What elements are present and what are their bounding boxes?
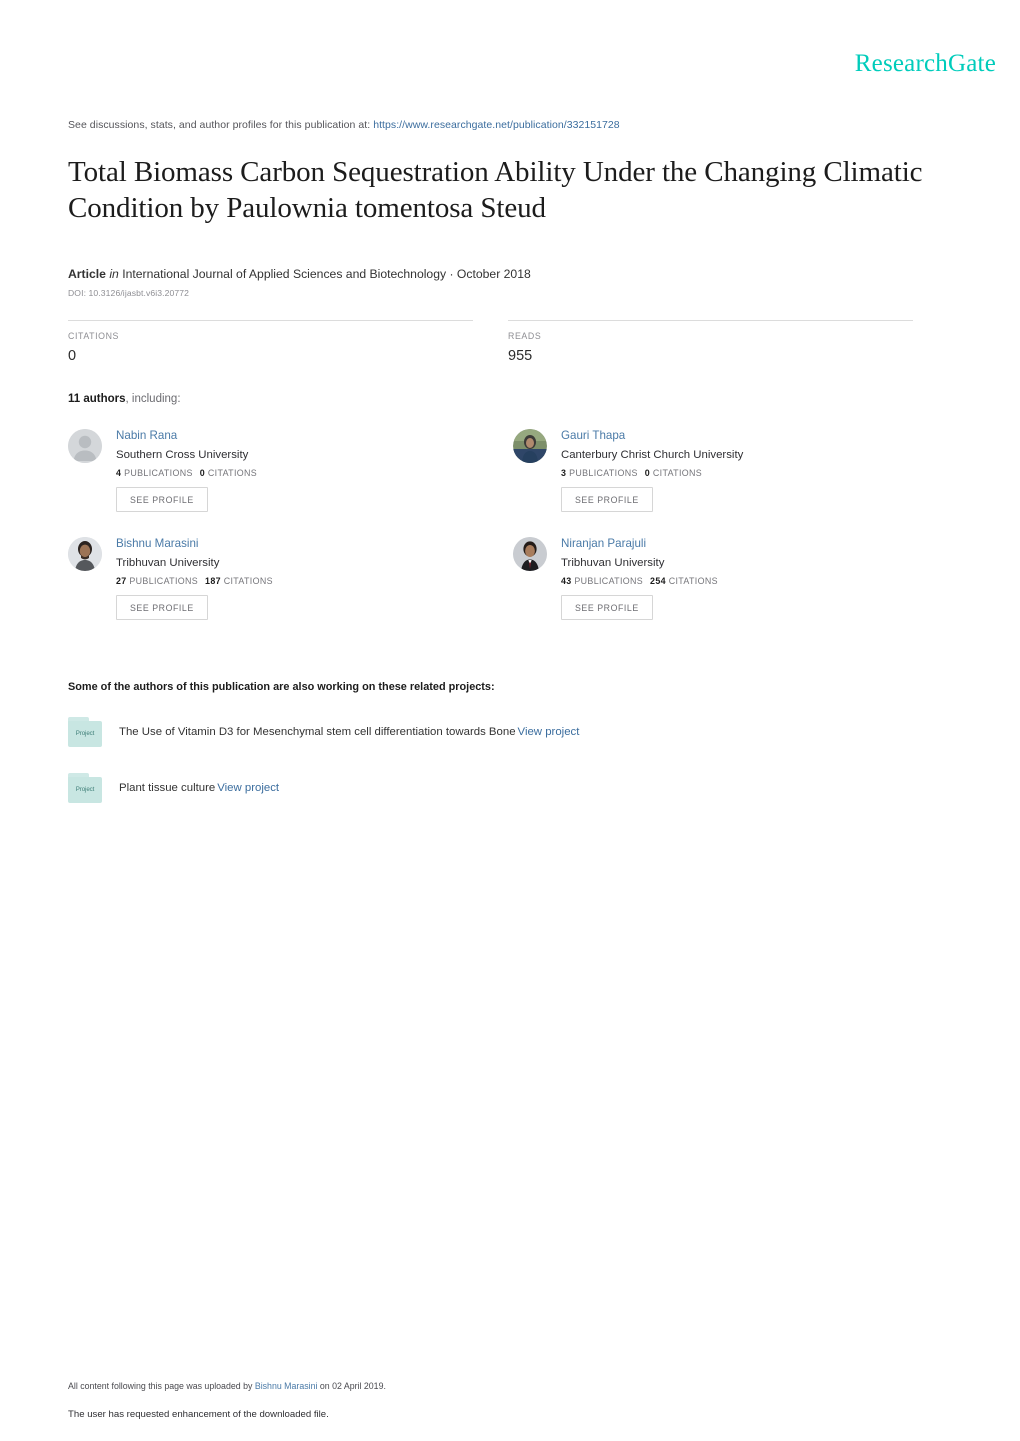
publication-page: ResearchGate See discussions, stats, and… — [0, 0, 1020, 1441]
article-meta-line: Article in International Journal of Appl… — [68, 266, 958, 283]
see-profile-button[interactable]: SEE PROFILE — [116, 487, 208, 512]
author-citations-label: CITATIONS — [207, 468, 258, 478]
avatar — [513, 537, 547, 571]
project-text: Plant tissue culture View project — [119, 780, 279, 797]
author-photo-icon — [513, 429, 547, 463]
project-row: Project The Use of Vitamin D3 for Mesenc… — [68, 717, 958, 747]
reads-stat: READS 955 — [508, 320, 913, 365]
author-card: Nabin Rana Southern Cross University 4 P… — [68, 427, 513, 535]
citations-label: CITATIONS — [68, 331, 120, 341]
publications-count: 3 — [561, 468, 567, 478]
project-text: The Use of Vitamin D3 for Mesenchymal st… — [119, 724, 579, 741]
authors-count-suffix: , including: — [125, 393, 181, 405]
author-card: Bishnu Marasini Tribhuvan University 27 … — [68, 535, 513, 643]
author-affiliation: Canterbury Christ Church University — [561, 449, 744, 461]
upload-prefix: All content following this page was uplo… — [68, 1381, 253, 1391]
publications-count: 43 — [561, 576, 572, 586]
author-affiliation: Southern Cross University — [116, 449, 249, 461]
publications-label: PUBLICATIONS — [124, 468, 193, 478]
project-icon-label: Project — [75, 786, 95, 793]
avatar — [68, 429, 102, 463]
authors-grid: Nabin Rana Southern Cross University 4 P… — [68, 427, 958, 643]
citations-count: 187 — [205, 576, 221, 586]
upload-suffix: on 02 April 2019. — [319, 1381, 386, 1391]
view-project-link[interactable]: View project — [518, 726, 580, 738]
citations-value: 0 — [68, 348, 77, 364]
author-name[interactable]: Bishnu Marasini — [116, 536, 273, 552]
citations-count: 254 — [650, 576, 666, 586]
author-affiliation: Tribhuvan University — [561, 557, 665, 569]
author-metrics: 4 PUBLICATIONS 0 CITATIONS — [116, 468, 257, 478]
author-info: Gauri Thapa Canterbury Christ Church Uni… — [561, 427, 743, 512]
citations-stat: CITATIONS 0 — [68, 320, 473, 365]
author-name[interactable]: Niranjan Parajuli — [561, 536, 718, 552]
reads-value: 955 — [508, 348, 533, 364]
project-row: Project Plant tissue culture View project — [68, 773, 958, 803]
publications-count: 4 — [116, 468, 122, 478]
stats-row: CITATIONS 0 READS 955 — [68, 320, 913, 365]
author-photo-icon — [68, 537, 102, 571]
author-name[interactable]: Gauri Thapa — [561, 428, 743, 444]
project-folder-icon: Project — [68, 717, 102, 747]
enhancement-note: The user has requested enhancement of th… — [68, 1409, 329, 1420]
page-footer: All content following this page was uplo… — [68, 1380, 928, 1421]
project-title: Plant tissue culture — [119, 781, 216, 794]
project-title: The Use of Vitamin D3 for Mesenchymal st… — [119, 725, 516, 738]
researchgate-logo[interactable]: ResearchGate — [855, 50, 996, 78]
author-info: Niranjan Parajuli Tribhuvan University 4… — [561, 535, 718, 620]
publications-label: PUBLICATIONS — [569, 468, 638, 478]
publication-url-link[interactable]: https://www.researchgate.net/publication… — [373, 119, 620, 131]
page-title: Total Biomass Carbon Sequestration Abili… — [68, 156, 923, 224]
author-citations-label: CITATIONS — [223, 576, 273, 586]
citations-count: 0 — [644, 468, 651, 478]
author-photo-icon — [513, 537, 547, 571]
author-metrics: 3 PUBLICATIONS 0 CITATIONS — [561, 468, 743, 478]
avatar — [68, 537, 102, 571]
authors-count-number: 11 authors — [68, 393, 126, 405]
author-info: Nabin Rana Southern Cross University 4 P… — [116, 427, 257, 512]
authors-count: 11 authors, including: — [68, 393, 958, 405]
see-discussions-text: See discussions, stats, and author profi… — [68, 119, 371, 131]
author-metrics: 27 PUBLICATIONS 187 CITATIONS — [116, 576, 273, 586]
view-project-link[interactable]: View project — [217, 782, 279, 794]
project-icon-label: Project — [75, 730, 95, 737]
see-profile-button[interactable]: SEE PROFILE — [561, 487, 653, 512]
see-profile-button[interactable]: SEE PROFILE — [561, 595, 653, 620]
related-projects-heading: Some of the authors of this publication … — [68, 681, 495, 693]
article-journal: International Journal of Applied Science… — [122, 267, 531, 281]
author-card: Gauri Thapa Canterbury Christ Church Uni… — [513, 427, 958, 535]
author-affiliation: Tribhuvan University — [116, 557, 220, 569]
uploader-name-link[interactable]: Bishnu Marasini — [255, 1381, 318, 1391]
publications-count: 27 — [116, 576, 127, 586]
project-folder-icon: Project — [68, 773, 102, 803]
publications-label: PUBLICATIONS — [129, 576, 199, 586]
placeholder-person-icon — [68, 429, 102, 463]
author-name[interactable]: Nabin Rana — [116, 428, 257, 444]
reads-label: READS — [508, 331, 542, 341]
author-citations-label: CITATIONS — [668, 576, 718, 586]
article-doi: DOI: 10.3126/ijasbt.v6i3.20772 — [68, 288, 190, 298]
author-card: Niranjan Parajuli Tribhuvan University 4… — [513, 535, 958, 643]
see-profile-button[interactable]: SEE PROFILE — [116, 595, 208, 620]
article-in-label: in — [109, 267, 119, 281]
upload-credit-line: All content following this page was uplo… — [68, 1380, 928, 1392]
author-metrics: 43 PUBLICATIONS 254 CITATIONS — [561, 576, 718, 586]
page-content: See discussions, stats, and author profi… — [68, 118, 958, 829]
publications-label: PUBLICATIONS — [574, 576, 644, 586]
author-citations-label: CITATIONS — [652, 468, 703, 478]
avatar — [513, 429, 547, 463]
citations-count: 0 — [199, 468, 206, 478]
article-type-label: Article — [68, 267, 106, 281]
see-discussions-line: See discussions, stats, and author profi… — [68, 118, 958, 132]
author-info: Bishnu Marasini Tribhuvan University 27 … — [116, 535, 273, 620]
